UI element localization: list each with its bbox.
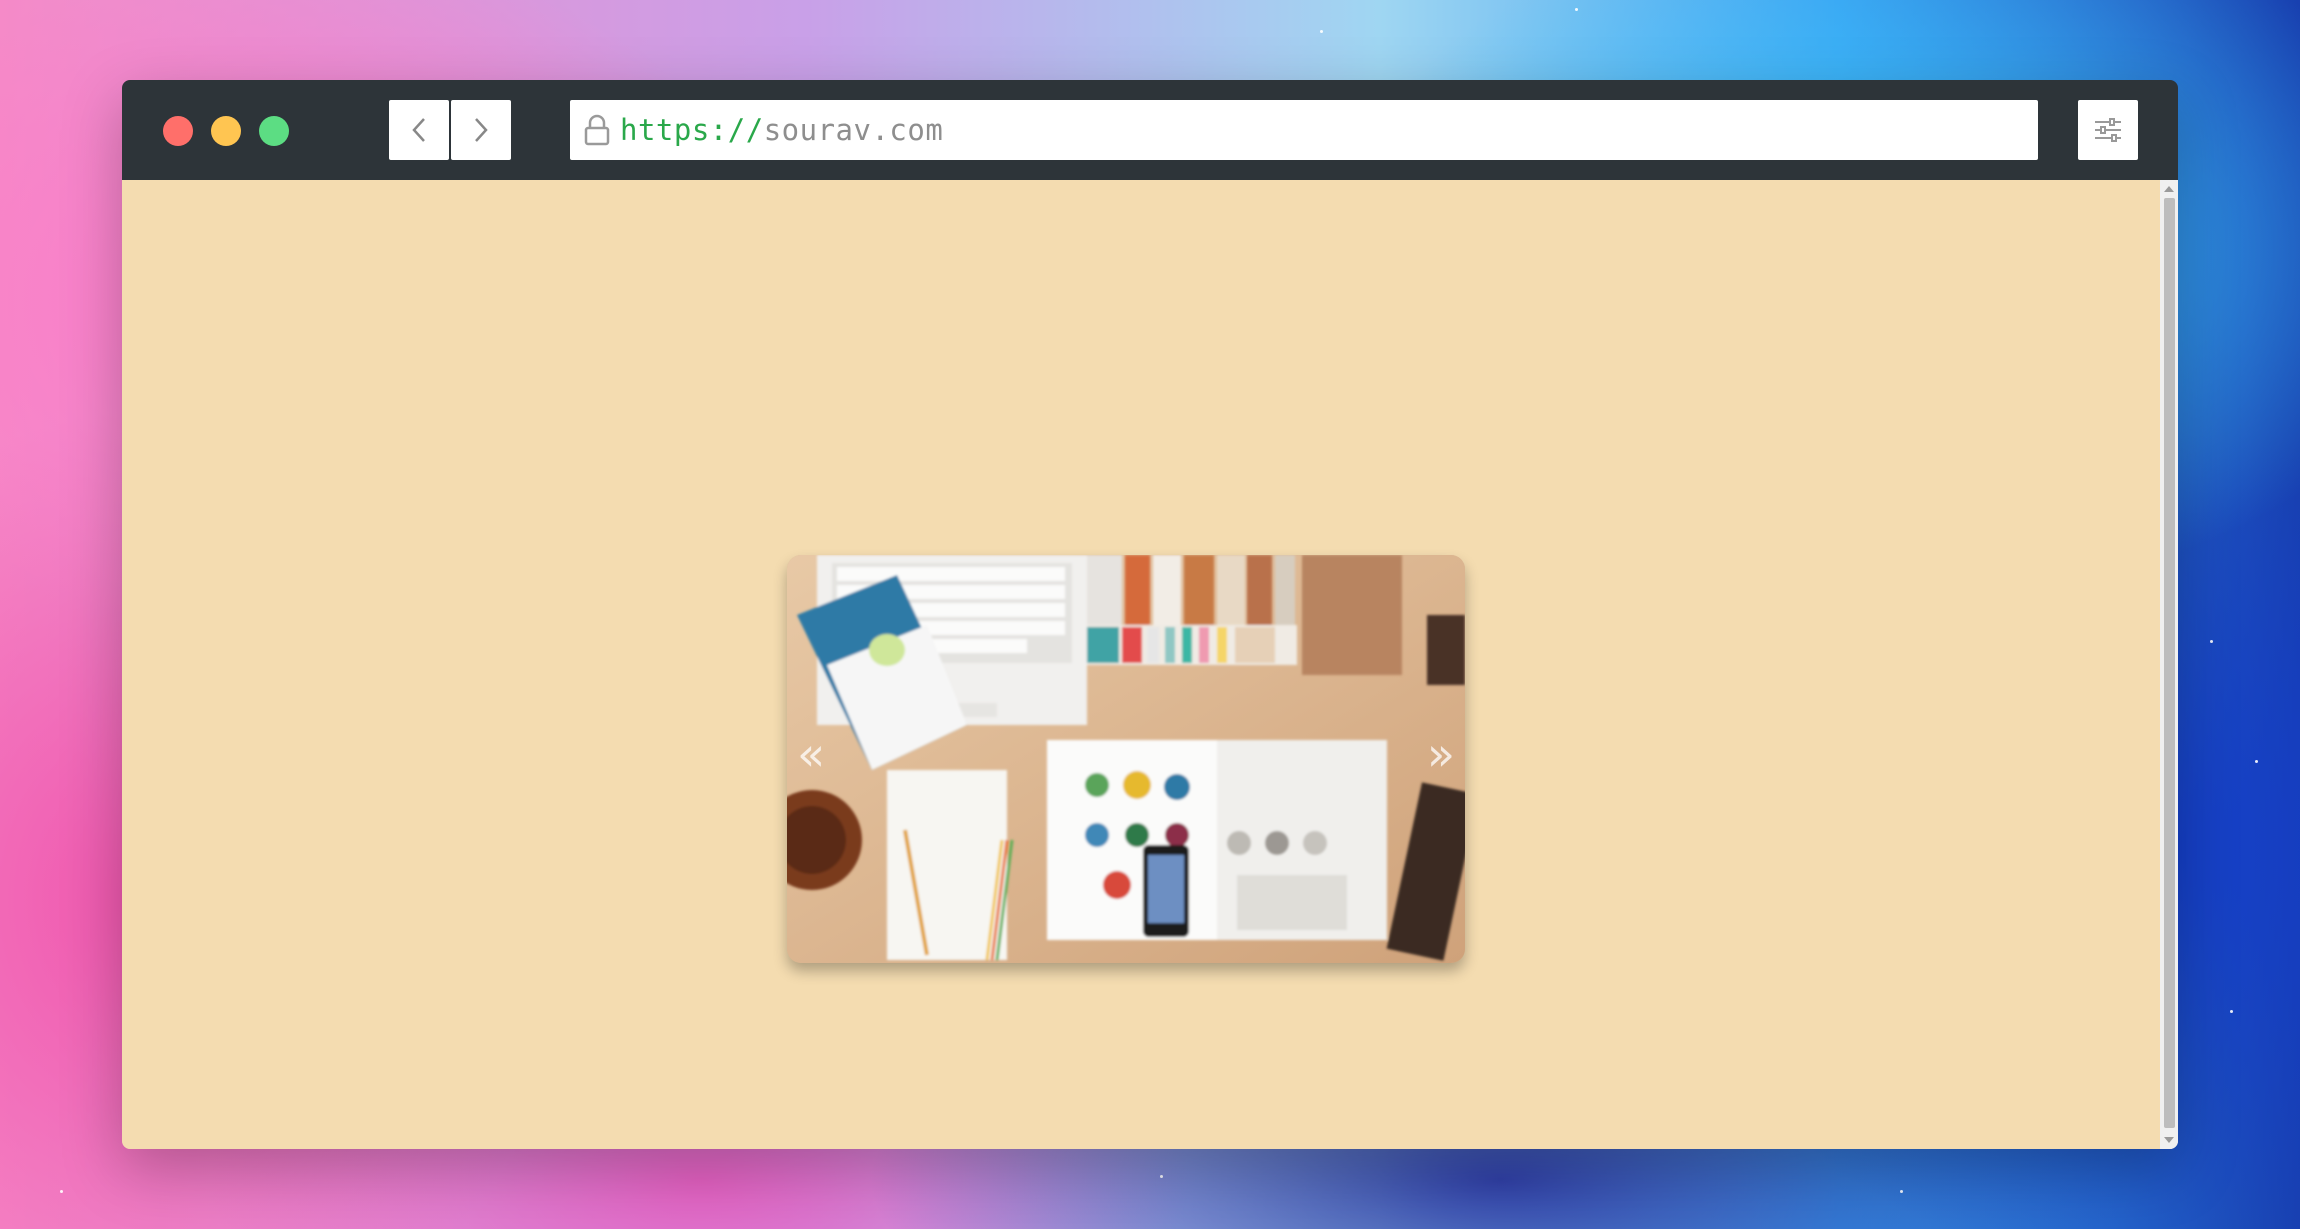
address-bar[interactable]: https://sourav.com: [570, 100, 2038, 160]
browser-toolbar: https://sourav.com: [122, 80, 2178, 180]
url-scheme: https://: [620, 113, 764, 147]
vertical-scrollbar[interactable]: [2160, 180, 2178, 1149]
close-window-button[interactable]: [163, 116, 193, 146]
scrollbar-thumb[interactable]: [2164, 198, 2175, 1128]
url-text: https://sourav.com: [620, 113, 943, 147]
slide-image: [787, 555, 1465, 963]
back-button[interactable]: [389, 100, 449, 160]
sliders-icon: [2095, 118, 2121, 142]
lock-icon: [582, 113, 612, 147]
settings-button[interactable]: [2078, 100, 2138, 160]
url-host: sourav.com: [763, 113, 944, 147]
browser-window: https://sourav.com « »: [122, 80, 2178, 1149]
page-content: « »: [122, 180, 2178, 1149]
chevron-right-icon: [475, 118, 488, 142]
image-slider: « »: [787, 555, 1465, 963]
scroll-down-arrow[interactable]: [2164, 1137, 2174, 1143]
scroll-up-arrow[interactable]: [2164, 186, 2174, 192]
slider-prev-button[interactable]: «: [797, 731, 825, 777]
maximize-window-button[interactable]: [259, 116, 289, 146]
slider-next-button[interactable]: »: [1427, 731, 1455, 777]
forward-button[interactable]: [451, 100, 511, 160]
minimize-window-button[interactable]: [211, 116, 241, 146]
chevron-left-icon: [412, 118, 425, 142]
